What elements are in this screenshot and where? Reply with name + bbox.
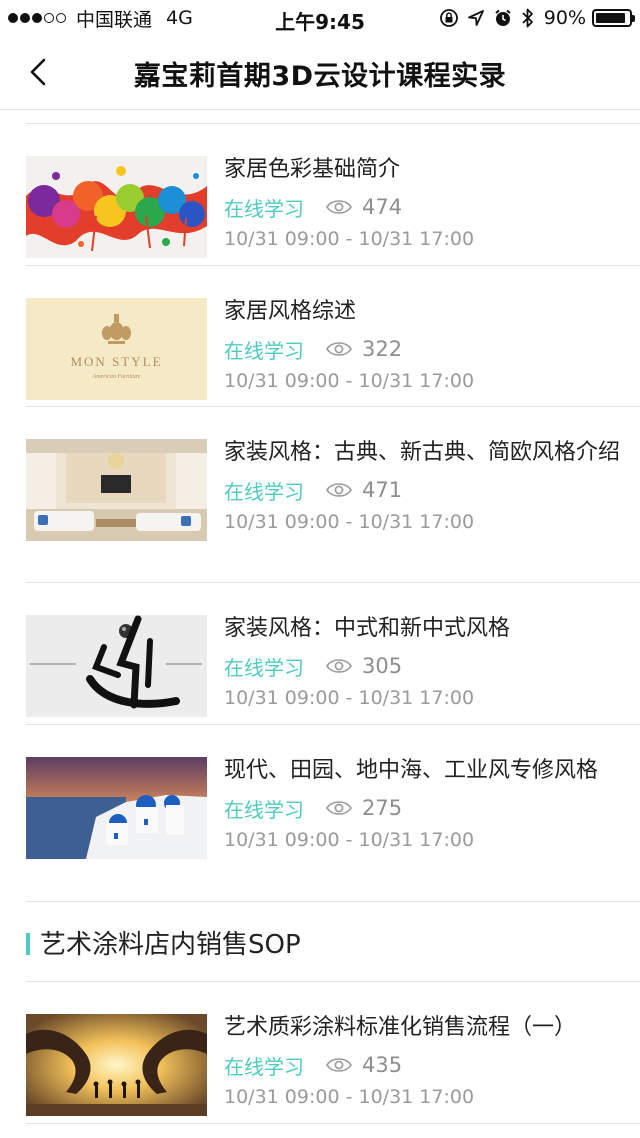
course-meta: 在线学习 305 bbox=[224, 651, 628, 681]
course-thumbnail-paint-splash bbox=[26, 156, 207, 258]
carrier-name: 中国联通 bbox=[76, 8, 153, 31]
course-time: 10/31 09:00 - 10/31 17:00 bbox=[224, 228, 475, 250]
eye-icon bbox=[326, 659, 352, 673]
view-count: 322 bbox=[362, 337, 403, 361]
course-meta: 在线学习 471 bbox=[224, 475, 628, 505]
course-item[interactable]: 家装风格：古典、新古典、简欧风格介绍 在线学习 471 10/31 09:00 … bbox=[26, 407, 640, 583]
course-thumbnail-mon-style: MON STYLE American Furniture bbox=[26, 298, 207, 400]
signal-dot bbox=[56, 13, 66, 23]
network-type: 4G bbox=[166, 7, 193, 29]
course-title[interactable]: 艺术质彩涂料标准化销售流程（一） bbox=[224, 1010, 628, 1046]
course-meta: 在线学习 435 bbox=[224, 1050, 628, 1080]
eye-icon bbox=[326, 801, 352, 815]
course-info: 现代、田园、地中海、工业风专修风格 在线学习 275 10/31 09:00 -… bbox=[224, 753, 628, 855]
course-time: 10/31 09:00 - 10/31 17:00 bbox=[224, 1086, 475, 1108]
signal-strength-icon bbox=[8, 13, 68, 23]
course-info: 家装风格：中式和新中式风格 在线学习 305 10/31 09:00 - 10/… bbox=[224, 611, 628, 713]
online-study-link[interactable]: 在线学习 bbox=[224, 193, 304, 222]
battery-percent: 90% bbox=[543, 7, 586, 29]
course-title[interactable]: 现代、田园、地中海、工业风专修风格 bbox=[224, 753, 628, 789]
online-study-link[interactable]: 在线学习 bbox=[224, 476, 304, 505]
battery-icon bbox=[592, 9, 635, 27]
course-info: 家居风格综述 在线学习 322 10/31 09:00 - 10/31 17:0… bbox=[224, 294, 628, 396]
status-left: 中国联通 4G bbox=[8, 6, 193, 31]
course-time: 10/31 09:00 - 10/31 17:00 bbox=[224, 687, 475, 709]
view-count: 275 bbox=[362, 796, 403, 820]
course-list[interactable]: 家居色彩基础简介 在线学习 474 10/31 09:00 - 10/31 17… bbox=[0, 110, 640, 1138]
online-study-link[interactable]: 在线学习 bbox=[224, 335, 304, 364]
course-item[interactable]: 艺术质彩涂料标准化销售流程（一） 在线学习 435 10/31 09:00 - … bbox=[26, 982, 640, 1124]
view-count: 305 bbox=[362, 654, 403, 678]
eye-icon bbox=[326, 200, 352, 214]
view-count: 474 bbox=[362, 195, 403, 219]
course-info: 家居色彩基础简介 在线学习 474 10/31 09:00 - 10/31 17… bbox=[224, 152, 628, 254]
course-time: 10/31 09:00 - 10/31 17:00 bbox=[224, 511, 475, 533]
course-item[interactable]: 家装风格：中式和新中式风格 在线学习 305 10/31 09:00 - 10/… bbox=[26, 583, 640, 725]
course-meta: 在线学习 275 bbox=[224, 793, 628, 823]
online-study-link[interactable]: 在线学习 bbox=[224, 794, 304, 823]
signal-dot bbox=[20, 13, 30, 23]
location-icon bbox=[467, 10, 484, 26]
course-item[interactable]: 家居色彩基础简介 在线学习 474 10/31 09:00 - 10/31 17… bbox=[26, 124, 640, 266]
course-thumbnail-santorini bbox=[26, 757, 207, 859]
section-accent-bar bbox=[26, 933, 30, 955]
course-info: 家装风格：古典、新古典、简欧风格介绍 在线学习 471 10/31 09:00 … bbox=[224, 435, 628, 537]
bluetooth-icon bbox=[522, 8, 533, 28]
course-thumbnail-hands-sunset bbox=[26, 1014, 207, 1116]
course-title[interactable]: 家居色彩基础简介 bbox=[224, 152, 628, 188]
alarm-icon bbox=[495, 9, 511, 26]
eye-icon bbox=[326, 342, 352, 356]
course-title[interactable]: 家装风格：中式和新中式风格 bbox=[224, 611, 628, 647]
course-title[interactable]: 家装风格：古典、新古典、简欧风格介绍 bbox=[224, 435, 628, 471]
course-time: 10/31 09:00 - 10/31 17:00 bbox=[224, 370, 475, 392]
thumbnail-brand-subtext: American Furniture bbox=[92, 374, 141, 380]
course-thumbnail-calligraphy bbox=[26, 615, 207, 717]
status-right: 90% bbox=[431, 5, 635, 31]
course-info: 艺术质彩涂料标准化销售流程（一） 在线学习 435 10/31 09:00 - … bbox=[224, 1010, 628, 1112]
section-title: 艺术涂料店内销售SOP bbox=[40, 930, 301, 960]
navigation-bar: 嘉宝莉首期3D云设计课程实录 bbox=[0, 36, 640, 110]
course-item[interactable]: 现代、田园、地中海、工业风专修风格 在线学习 275 10/31 09:00 -… bbox=[26, 725, 640, 902]
battery-fill bbox=[596, 13, 625, 23]
eye-icon bbox=[326, 1058, 352, 1072]
course-item[interactable]: MON STYLE American Furniture 家居风格综述 在线学习… bbox=[26, 266, 640, 407]
view-count: 471 bbox=[362, 478, 403, 502]
online-study-link[interactable]: 在线学习 bbox=[224, 1051, 304, 1080]
course-title[interactable]: 家居风格综述 bbox=[224, 294, 628, 330]
section-header: 艺术涂料店内销售SOP bbox=[26, 902, 640, 982]
course-time: 10/31 09:00 - 10/31 17:00 bbox=[224, 829, 475, 851]
course-meta: 在线学习 322 bbox=[224, 334, 628, 364]
signal-dot bbox=[8, 13, 18, 23]
lock-rotation-icon bbox=[439, 9, 458, 27]
signal-dot bbox=[32, 13, 42, 23]
thumbnail-brand-text: MON STYLE bbox=[70, 354, 162, 369]
course-thumbnail-living-room bbox=[26, 439, 207, 541]
signal-dot bbox=[44, 13, 54, 23]
eye-icon bbox=[326, 483, 352, 497]
page-title: 嘉宝莉首期3D云设计课程实录 bbox=[133, 61, 507, 92]
status-bar: 中国联通 4G 上午9:45 90% bbox=[0, 0, 640, 36]
view-count: 435 bbox=[362, 1053, 403, 1077]
online-study-link[interactable]: 在线学习 bbox=[224, 652, 304, 681]
course-meta: 在线学习 474 bbox=[224, 192, 628, 222]
